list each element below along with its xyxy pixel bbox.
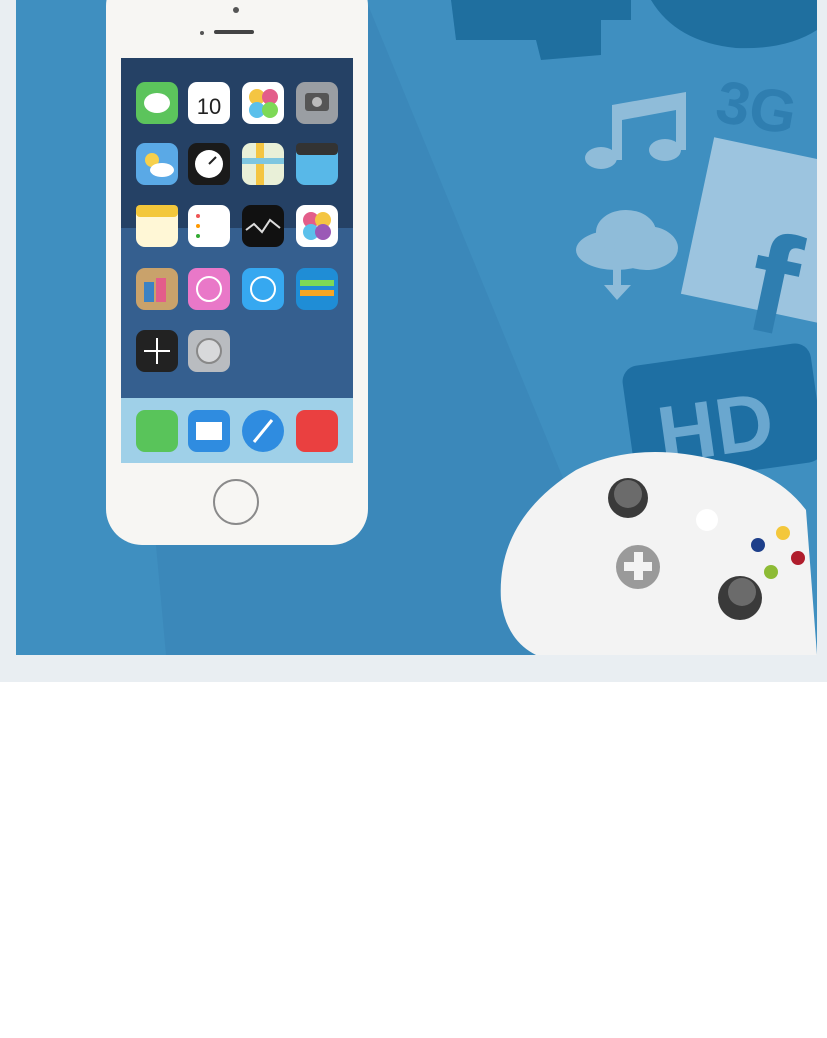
safari-icon [242,410,284,452]
game-center-icon [296,205,338,247]
photos-icon [242,82,284,124]
settings-icon [188,330,230,372]
image-frame: 3G f HD 10 [0,0,827,682]
newsstand-icon [136,268,178,310]
mail-icon [188,410,230,452]
messages-icon [136,82,178,124]
phone-icon [136,410,178,452]
notes-icon [136,205,178,247]
clock-icon [188,143,230,185]
maps-icon [242,143,284,185]
passbook-icon [296,268,338,310]
compass-icon [136,330,178,372]
3g-badge: 3G [711,68,801,148]
app-store-icon [242,268,284,310]
reminders-icon [188,205,230,247]
illustration-canvas: 3G f HD 10 [16,0,817,655]
camera-icon [296,82,338,124]
stocks-icon [242,205,284,247]
weather-icon [136,143,178,185]
page-blank-area [0,682,827,1038]
music-icon [296,410,338,452]
calendar-icon: 10 [188,82,230,124]
videos-icon [296,143,338,185]
calendar-day: 10 [197,94,221,119]
hero-illustration: 3G f HD 10 [16,0,817,655]
itunes-icon [188,268,230,310]
